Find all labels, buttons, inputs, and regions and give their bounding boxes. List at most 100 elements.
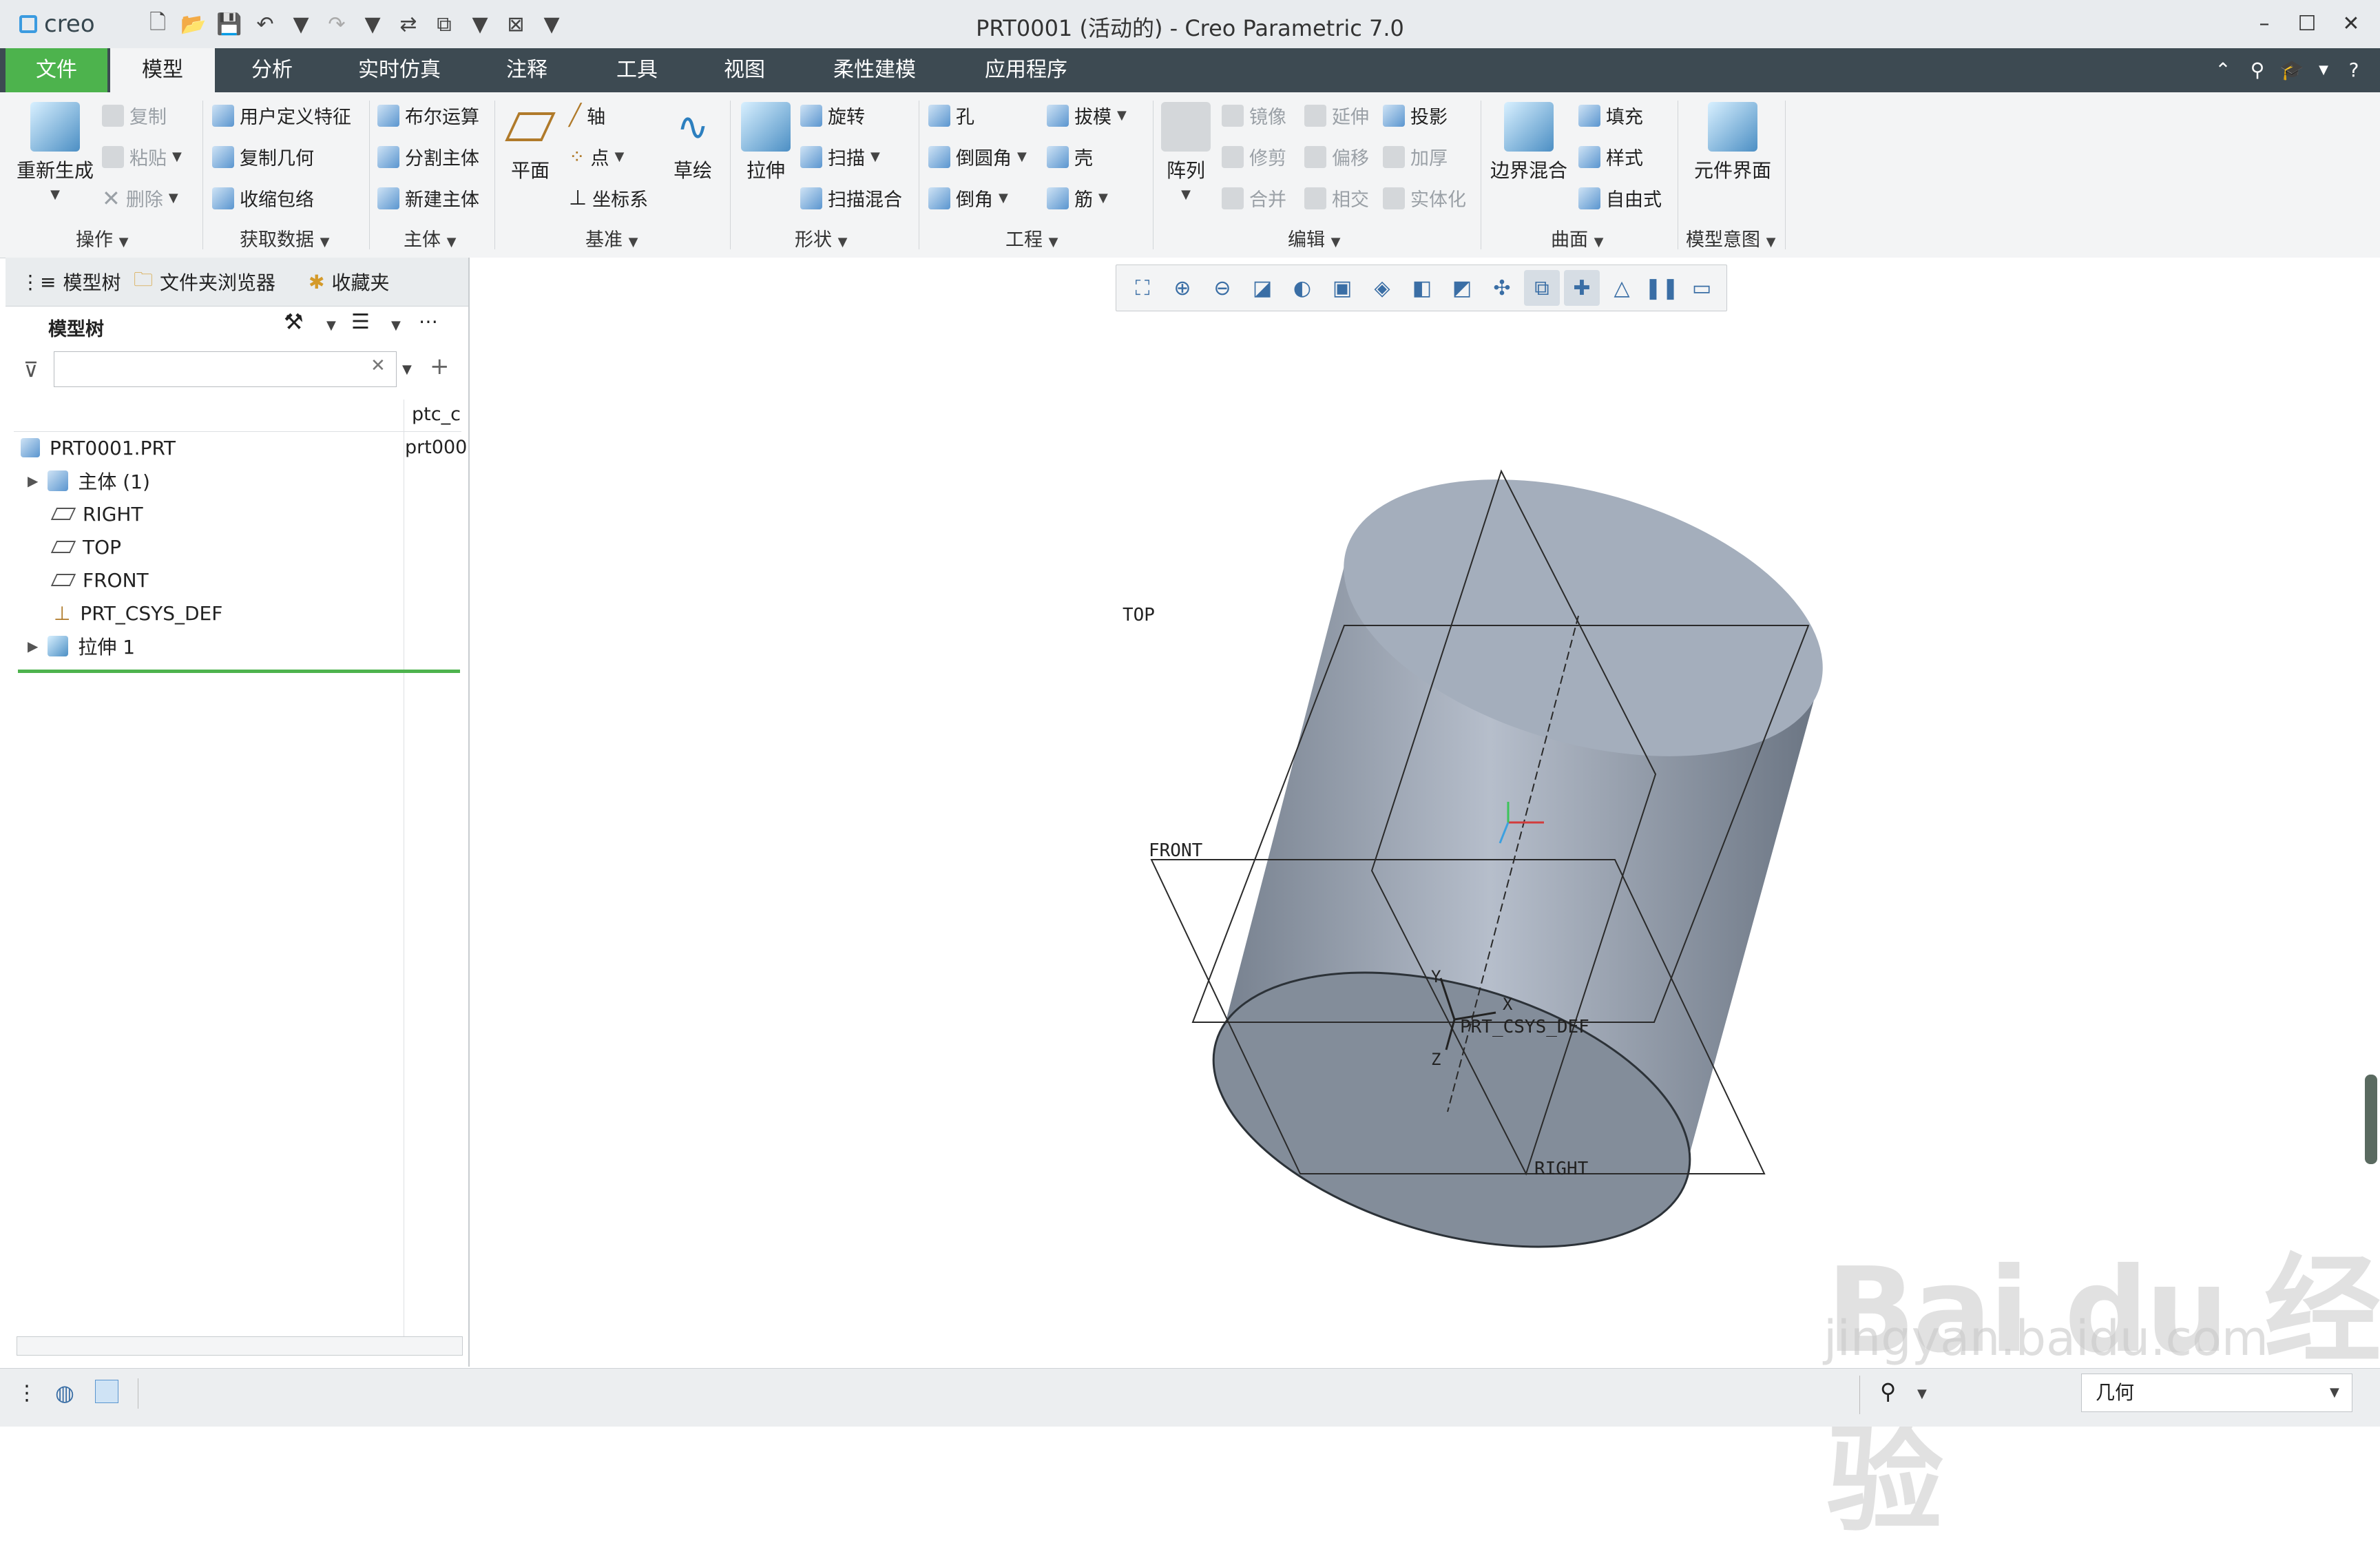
udf-button[interactable]: 用户定义特征 — [212, 102, 351, 129]
graphics-window[interactable]: TOP FRONT RIGHT PRT_CSYS_DEF X Y Z Bai d… — [470, 258, 2380, 1548]
revolve-button[interactable]: 旋转 — [800, 102, 865, 129]
dropdown-icon[interactable]: ▼ — [2311, 58, 2336, 83]
tree-item-front[interactable]: FRONT — [50, 563, 149, 597]
saved-orientations-icon[interactable]: ▣ — [1324, 270, 1360, 306]
scroll-indicator[interactable] — [2365, 1075, 2377, 1164]
tab-model-tree[interactable]: ⋮≡ 模型树 — [21, 266, 121, 298]
save-icon[interactable]: 💾 — [216, 11, 242, 37]
open-icon[interactable]: 📂 — [180, 11, 207, 37]
zoom-in-icon[interactable]: ⊕ — [1165, 270, 1200, 306]
selection-filter-dropdown[interactable]: 几何 ▼ — [2081, 1374, 2352, 1412]
tree-item-extrude[interactable]: ▶ 拉伸 1 — [28, 630, 135, 663]
view-manager-icon[interactable]: ◈ — [1364, 270, 1400, 306]
hidden-line-icon[interactable]: △ — [1604, 270, 1640, 306]
column-header[interactable]: ptc_c — [412, 404, 461, 425]
tree-settings-icon[interactable]: ⚒ — [284, 309, 304, 335]
display-style-icon[interactable]: ◐ — [1284, 270, 1320, 306]
draft-button[interactable]: 拔模 ▼ — [1047, 102, 1127, 129]
project-button[interactable]: 投影 — [1383, 102, 1448, 129]
refit-icon[interactable]: ⛶ — [1125, 270, 1160, 306]
expand-icon[interactable]: ▶ — [28, 638, 38, 654]
thicken-button[interactable]: 加厚 — [1383, 143, 1448, 170]
rib-button[interactable]: 筋 ▼ — [1047, 185, 1108, 211]
tab-annotate[interactable]: 注释 — [482, 48, 572, 92]
tab-analysis[interactable]: 分析 — [227, 48, 317, 92]
chevron-down-icon[interactable]: ▼ — [391, 318, 401, 333]
spin-center-icon[interactable]: ✚ — [1564, 270, 1600, 306]
tab-tools[interactable]: 工具 — [592, 48, 682, 92]
tab-applications[interactable]: 应用程序 — [964, 48, 1088, 92]
group-shapes[interactable]: 形状 ▼ — [795, 225, 847, 251]
mirror-button[interactable]: 镜像 — [1222, 102, 1286, 129]
datum-display-filters-icon[interactable]: ⧉ — [1524, 270, 1560, 306]
tree-item-part[interactable]: PRT0001.PRT — [21, 431, 176, 464]
search-icon[interactable]: ⚲ — [2245, 58, 2270, 83]
csys-button[interactable]: ⊥ 坐标系 — [569, 185, 648, 211]
close-window-icon[interactable]: ⊠ — [503, 11, 529, 37]
tab-live-simulation[interactable]: 实时仿真 — [337, 48, 461, 92]
tree-columns-icon[interactable]: ⋯ — [419, 310, 438, 333]
point-button[interactable]: ⁘ 点 ▼ — [569, 143, 624, 170]
merge-button[interactable]: 合并 — [1222, 185, 1286, 211]
minimize-button[interactable]: – — [2244, 10, 2285, 39]
add-filter-icon[interactable]: + — [430, 353, 450, 380]
show-icon[interactable]: ☰ — [351, 310, 370, 334]
sketch-button[interactable]: ∿ 草绘 — [665, 102, 720, 183]
undo-icon[interactable]: ↶ — [252, 11, 278, 37]
boolean-button[interactable]: 布尔运算 — [377, 102, 479, 129]
undo-dropdown-icon[interactable]: ▼ — [288, 11, 314, 37]
pattern-button[interactable]: 阵列 ▼ — [1160, 102, 1212, 202]
pause-icon[interactable]: ❚❚ — [1644, 270, 1680, 306]
chevron-down-icon[interactable]: ▼ — [1917, 1387, 1927, 1401]
chevron-down-icon[interactable]: ▼ — [402, 362, 412, 377]
creo-logo[interactable]: creo — [19, 10, 95, 39]
extrude-button[interactable]: 拉伸 — [737, 102, 795, 183]
boundary-blend-button[interactable]: 边界混合 — [1488, 102, 1570, 183]
expand-icon[interactable]: ▶ — [28, 473, 38, 489]
tab-favorites[interactable]: ✱ 收藏夹 — [309, 266, 389, 298]
redo-icon[interactable]: ↷ — [324, 11, 350, 37]
offset-button[interactable]: 偏移 — [1304, 143, 1369, 170]
swept-blend-button[interactable]: 扫描混合 — [800, 185, 902, 211]
zoom-out-icon[interactable]: ⊖ — [1204, 270, 1240, 306]
browser-toggle-icon[interactable]: ◍ — [55, 1380, 74, 1406]
axis-button[interactable]: ╱ 轴 — [569, 102, 605, 129]
tree-item-right[interactable]: RIGHT — [50, 497, 143, 530]
section-icon[interactable]: ◩ — [1444, 270, 1480, 306]
tab-flexible-modeling[interactable]: 柔性建模 — [813, 48, 937, 92]
group-body[interactable]: 主体 ▼ — [404, 225, 456, 251]
annotation-display-icon[interactable]: ✣ — [1484, 270, 1520, 306]
split-body-button[interactable]: 分割主体 — [377, 143, 479, 170]
group-engineering[interactable]: 工程 ▼ — [1005, 225, 1058, 251]
delete-button[interactable]: ✕ 删除 ▼ — [102, 185, 178, 211]
horizontal-scrollbar[interactable] — [17, 1336, 463, 1356]
tree-item-top[interactable]: TOP — [50, 530, 121, 563]
learning-icon[interactable]: 🎓 — [2279, 58, 2304, 83]
shell-button[interactable]: 壳 — [1047, 143, 1093, 170]
tree-item-csys[interactable]: ⊥ PRT_CSYS_DEF — [54, 597, 222, 630]
minimize-ribbon-icon[interactable]: ⌃ — [2211, 58, 2235, 83]
windows-dropdown-icon[interactable]: ▼ — [467, 11, 493, 37]
customize-qat-icon[interactable]: ▼ — [539, 11, 565, 37]
sweep-button[interactable]: 扫描 ▼ — [800, 143, 880, 170]
fill-button[interactable]: 填充 — [1578, 102, 1643, 129]
style-button[interactable]: 样式 — [1578, 143, 1643, 170]
chevron-down-icon[interactable]: ▼ — [326, 318, 336, 333]
group-operations[interactable]: 操作 ▼ — [76, 225, 128, 251]
maximize-button[interactable]: ☐ — [2286, 10, 2328, 39]
group-get-data[interactable]: 获取数据 ▼ — [240, 225, 329, 251]
component-interface-button[interactable]: 元件界面 — [1684, 102, 1781, 183]
close-button[interactable]: ✕ — [2330, 10, 2372, 39]
tab-file[interactable]: 文件 — [6, 48, 107, 92]
plane-button[interactable]: 平面 — [501, 102, 559, 183]
new-icon[interactable]: 🗋 — [145, 10, 171, 37]
freestyle-button[interactable]: 自由式 — [1578, 185, 1662, 211]
trim-button[interactable]: 修剪 — [1222, 143, 1286, 170]
tree-search-input[interactable] — [54, 351, 397, 387]
group-editing[interactable]: 编辑 ▼ — [1288, 225, 1340, 251]
hole-button[interactable]: 孔 — [928, 102, 974, 129]
model-tree-toggle-icon[interactable]: ⋮ — [17, 1381, 37, 1405]
group-model-intent[interactable]: 模型意图 ▼ — [1686, 225, 1775, 251]
animation-icon[interactable]: ▭ — [1684, 270, 1720, 306]
group-surfaces[interactable]: 曲面 ▼ — [1551, 225, 1603, 251]
